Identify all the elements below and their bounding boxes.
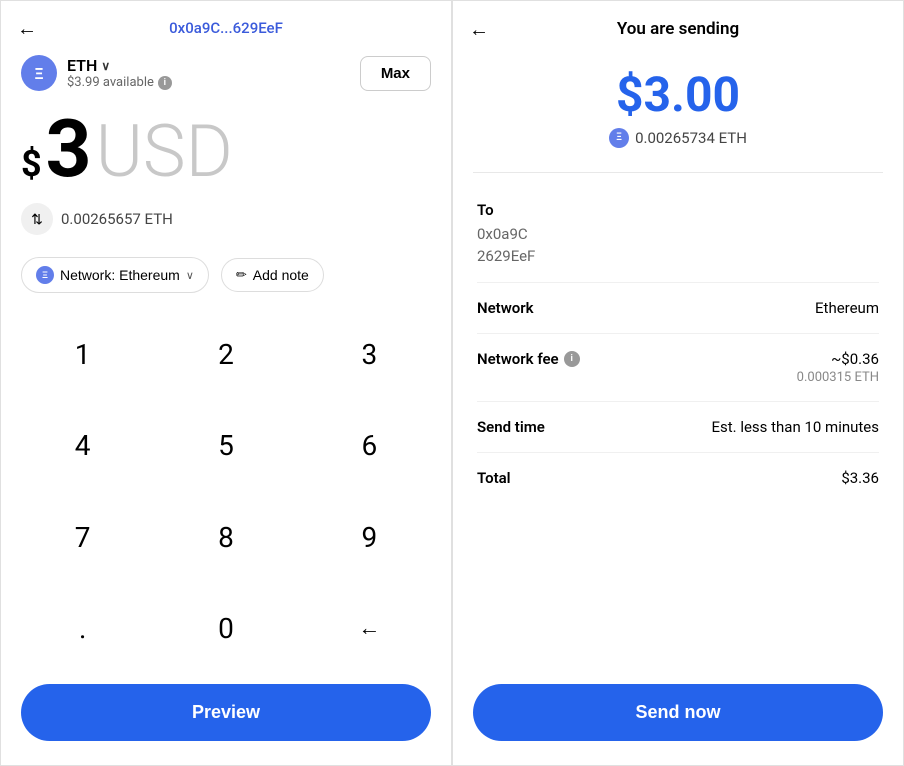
- send-time-row: Send time Est. less than 10 minutes: [477, 402, 879, 453]
- fee-label-text: Network fee: [477, 350, 559, 368]
- token-details: ETH ∨ $3.99 available i: [67, 56, 172, 90]
- key-4[interactable]: 4: [11, 400, 154, 491]
- network-label: Network: Ethereum: [60, 267, 180, 283]
- right-back-button[interactable]: ←: [469, 17, 489, 42]
- fee-info-icon[interactable]: i: [564, 351, 580, 367]
- key-6[interactable]: 6: [298, 400, 441, 491]
- backspace-key[interactable]: ←: [298, 583, 441, 674]
- available-balance: $3.99 available: [67, 75, 154, 90]
- swap-currency-button[interactable]: ⇅: [21, 203, 53, 235]
- numpad-row-3: 7 8 9: [11, 492, 441, 583]
- key-1[interactable]: 1: [11, 309, 154, 400]
- send-now-button[interactable]: Send now: [473, 684, 883, 741]
- send-time-text: Est. less than 10 minutes: [711, 418, 879, 436]
- options-row: Ξ Network: Ethereum ∨ ✏ Add note: [1, 249, 451, 309]
- amount-number: 3: [46, 109, 92, 189]
- total-amount: $3.36: [841, 469, 879, 487]
- key-dot[interactable]: .: [11, 583, 154, 674]
- send-time-label: Send time: [477, 418, 545, 436]
- network-selector-button[interactable]: Ξ Network: Ethereum ∨: [21, 257, 209, 293]
- divider: [473, 172, 883, 173]
- key-0[interactable]: 0: [154, 583, 297, 674]
- right-header: ← You are sending: [453, 1, 903, 49]
- left-header: ← 0x0a9C...629EeF: [1, 1, 451, 47]
- chevron-down-icon: ∨: [101, 59, 110, 73]
- key-5[interactable]: 5: [154, 400, 297, 491]
- network-detail-label: Network: [477, 299, 534, 317]
- network-chevron-icon: ∨: [186, 269, 194, 282]
- right-panel: ← You are sending $3.00 Ξ 0.00265734 ETH…: [452, 0, 904, 766]
- eth-equivalent: 0.00265657 ETH: [61, 210, 173, 228]
- network-detail-value: Ethereum: [815, 299, 879, 317]
- fee-eth: 0.000315 ETH: [797, 370, 879, 385]
- pencil-icon: ✏: [236, 267, 247, 283]
- to-label: To: [477, 201, 879, 219]
- add-note-button[interactable]: ✏ Add note: [221, 258, 324, 292]
- fee-value: ~$0.36 0.000315 ETH: [797, 350, 879, 385]
- key-2[interactable]: 2: [154, 309, 297, 400]
- sending-eth-icon: Ξ: [609, 128, 629, 148]
- numpad-row-1: 1 2 3: [11, 309, 441, 400]
- to-address: 0x0a9C 2629EeF: [477, 223, 879, 268]
- token-name-label: ETH: [67, 56, 97, 75]
- sending-eth-value: 0.00265734 ETH: [635, 129, 747, 147]
- wallet-address: 0x0a9C...629EeF: [169, 19, 283, 37]
- fee-row: Network fee i ~$0.36 0.000315 ETH: [477, 334, 879, 402]
- numpad: 1 2 3 4 5 6 7 8 9 . 0 ←: [1, 309, 451, 674]
- dollar-sign: $: [21, 143, 42, 185]
- key-7[interactable]: 7: [11, 492, 154, 583]
- network-eth-icon: Ξ: [36, 266, 54, 284]
- numpad-row-2: 4 5 6: [11, 400, 441, 491]
- total-value: $3.36: [841, 469, 879, 487]
- sending-usd-amount: $3.00: [473, 69, 883, 122]
- amount-currency: USD: [96, 116, 233, 188]
- key-8[interactable]: 8: [154, 492, 297, 583]
- amount-display: $ 3 USD: [1, 99, 451, 195]
- eth-logo-icon: Ξ: [21, 55, 57, 91]
- to-address-line2: 2629EeF: [477, 247, 535, 265]
- key-9[interactable]: 9: [298, 492, 441, 583]
- token-info: Ξ ETH ∨ $3.99 available i: [21, 55, 172, 91]
- key-3[interactable]: 3: [298, 309, 441, 400]
- network-row: Network Ethereum: [477, 283, 879, 334]
- numpad-row-4: . 0 ←: [11, 583, 441, 674]
- fee-usd: ~$0.36: [797, 350, 879, 368]
- total-row: Total $3.36: [477, 453, 879, 503]
- send-time-value: Est. less than 10 minutes: [711, 418, 879, 436]
- sending-amount-section: $3.00 Ξ 0.00265734 ETH: [453, 49, 903, 158]
- right-panel-title: You are sending: [617, 19, 739, 39]
- preview-button[interactable]: Preview: [21, 684, 431, 741]
- token-row: Ξ ETH ∨ $3.99 available i Max: [1, 47, 451, 99]
- network-value: Ethereum: [815, 299, 879, 317]
- transaction-details: To 0x0a9C 2629EeF Network Ethereum Netwo…: [453, 187, 903, 668]
- left-panel: ← 0x0a9C...629EeF Ξ ETH ∨ $3.99 availabl…: [0, 0, 452, 766]
- token-name-dropdown[interactable]: ETH ∨: [67, 56, 172, 75]
- total-label: Total: [477, 469, 511, 487]
- eth-amount-row: ⇅ 0.00265657 ETH: [1, 195, 451, 249]
- token-available: $3.99 available i: [67, 75, 172, 90]
- left-back-button[interactable]: ←: [17, 16, 37, 41]
- to-address-line1: 0x0a9C: [477, 225, 528, 243]
- balance-info-icon[interactable]: i: [158, 76, 172, 90]
- to-row: To 0x0a9C 2629EeF: [477, 187, 879, 283]
- sending-eth-amount: Ξ 0.00265734 ETH: [473, 128, 883, 148]
- fee-label: Network fee i: [477, 350, 580, 368]
- add-note-label: Add note: [253, 267, 309, 283]
- max-button[interactable]: Max: [360, 56, 431, 91]
